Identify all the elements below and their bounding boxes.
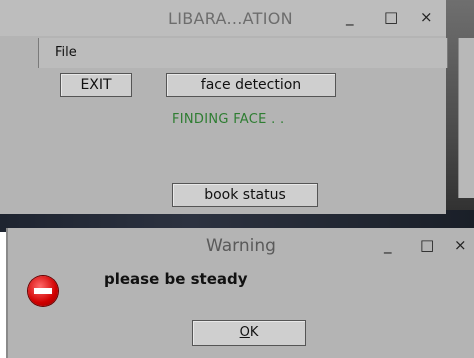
ok-button[interactable]: OK [192,320,306,346]
maximize-icon[interactable]: □ [384,8,398,26]
menubar: File [38,38,448,68]
desktop-background-right [446,0,474,225]
close-icon[interactable]: × [420,8,433,26]
minimize-icon[interactable]: _ [346,8,354,26]
face-detection-button[interactable]: face detection [166,73,336,97]
dialog-title: Warning [206,236,276,256]
dialog-maximize-icon[interactable]: □ [420,236,434,254]
warning-dialog: Warning _ □ × please be steady OK [6,228,474,358]
dialog-minimize-icon[interactable]: _ [384,236,392,254]
error-icon [28,276,58,306]
background-window-edge [458,38,474,198]
ok-mnemonic: O [239,325,250,340]
dialog-close-icon[interactable]: × [454,236,467,254]
main-titlebar[interactable]: LIBARA...ATION _ □ × [0,0,446,36]
dialog-message: please be steady [104,270,248,288]
status-text: FINDING FACE . . [172,112,285,127]
book-status-button[interactable]: book status [172,183,318,207]
main-window-title: LIBARA...ATION [168,9,293,28]
exit-button[interactable]: EXIT [60,73,132,97]
main-window: LIBARA...ATION _ □ × File EXIT face dete… [0,0,448,214]
ok-label-rest: K [249,325,259,340]
error-icon-bar [34,288,52,294]
menu-file[interactable]: File [55,45,77,60]
